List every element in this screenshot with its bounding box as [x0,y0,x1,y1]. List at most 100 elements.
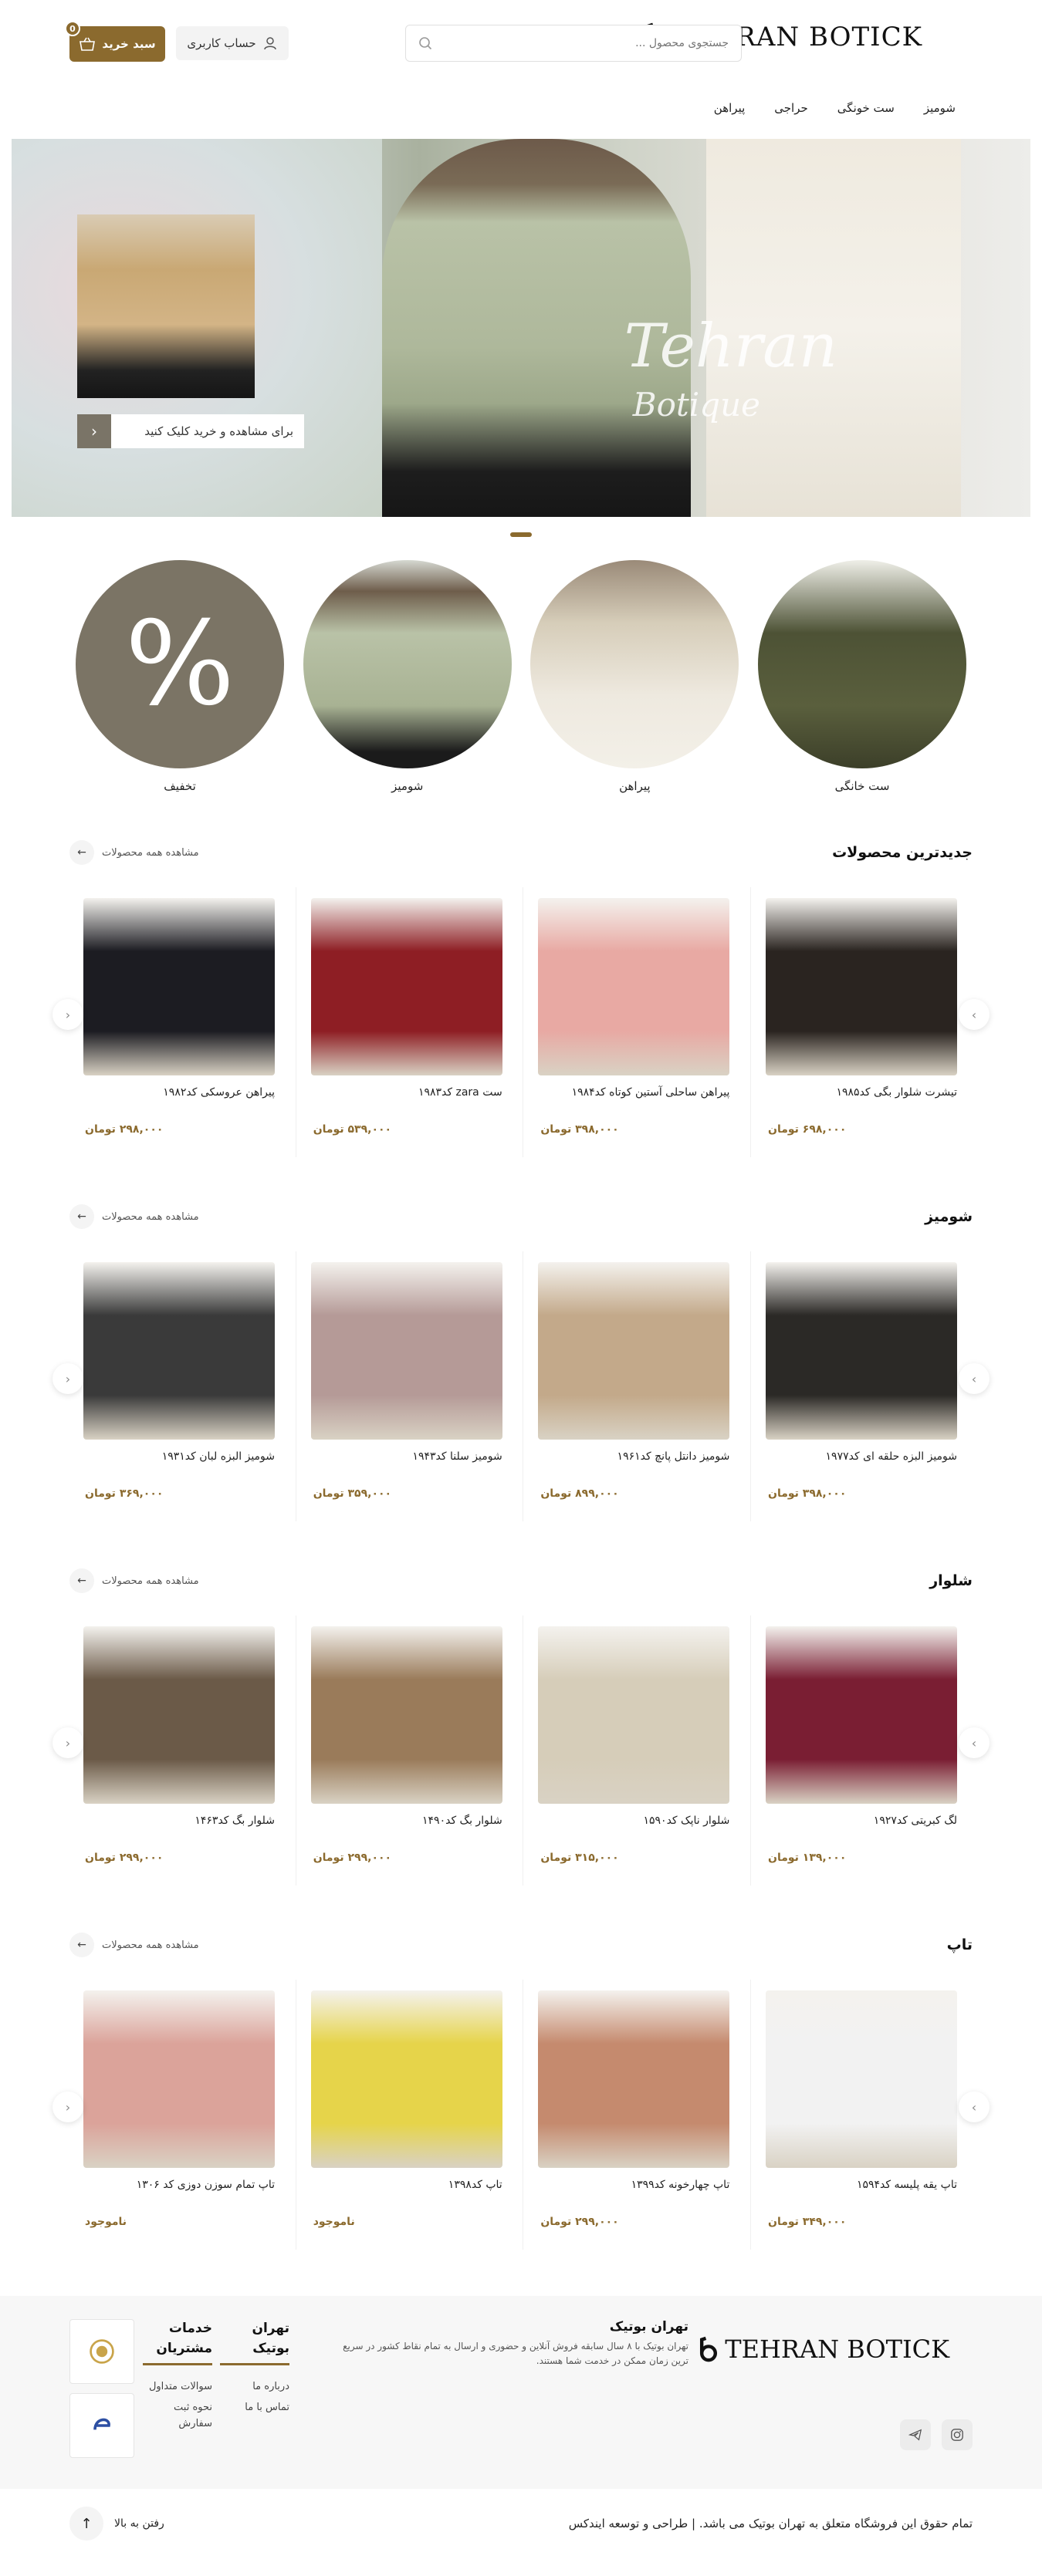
product-image[interactable] [766,1626,957,1804]
category-shomiz[interactable]: شومیز [303,560,512,793]
trust-badge-enamad[interactable] [69,2393,134,2458]
view-all-link[interactable]: مشاهده همه محصولات ← [69,840,199,865]
product-name[interactable]: شومیز سلنا کد۱۹۴۳ [313,1450,502,1466]
product-card[interactable]: شومیز دانتل پانچ کد۱۹۶۱ ۸۹۹,۰۰۰ تومان [523,1251,746,1521]
product-name[interactable]: پیراهن عروسکی کد۱۹۸۲ [85,1086,275,1102]
product-image[interactable] [310,898,502,1075]
product-name[interactable]: تاپ تمام سوزن دوزی کد ۱۳۰۶ [85,2179,275,2194]
category-home-set[interactable]: ست خانگی [758,560,966,793]
product-name[interactable]: لگ کبریتی کد۱۹۲۷ [768,1815,957,1830]
view-all-link[interactable]: مشاهده همه محصولات ← [69,1933,199,1957]
product-name[interactable]: شومیز البزه حلقه ای کد۱۹۷۷ [768,1450,957,1466]
nav-item-sale[interactable]: حراجی [774,101,808,115]
product-image[interactable] [83,1990,276,2168]
nav-item-home-set[interactable]: ست خونگی [837,101,895,115]
product-card[interactable]: ست zara کد۱۹۸۳ ۵۳۹,۰۰۰ تومان [295,887,519,1157]
chevron-left-icon: ‹ [65,2099,71,2115]
arrow-left-icon: ← [69,840,94,865]
cart-button[interactable]: سبد خرید 0 [65,21,165,62]
product-card[interactable]: تیشرت شلوار بگی کد۱۹۸۵ ۶۹۸,۰۰۰ تومان [750,887,974,1157]
product-card[interactable]: تاپ چهارخونه کد۱۳۹۹ ۲۹۹,۰۰۰ تومان [523,1980,746,2250]
view-all-link[interactable]: مشاهده همه محصولات ← [69,1204,199,1229]
footer-logo[interactable]: TEHRAN BOTICK [697,2335,949,2364]
product-name[interactable]: تاپ کد۱۳۹۸ [313,2179,502,2194]
search-box[interactable] [405,25,742,62]
footer-link-faq[interactable]: سوالات متداول [143,2379,212,2395]
footer-link-about[interactable]: درباره ما [220,2379,289,2395]
instagram-icon[interactable] [942,2419,973,2450]
section-header: شومیز مشاهده همه محصولات ← [0,1204,1042,1229]
slider-next-button[interactable]: › [959,1727,990,1758]
product-image[interactable] [538,898,730,1075]
product-card[interactable]: شومیز البزه حلقه ای کد۱۹۷۷ ۳۹۸,۰۰۰ تومان [750,1251,974,1521]
slider-prev-button[interactable]: ‹ [52,999,83,1030]
cart-count-badge: 0 [65,21,80,36]
product-card[interactable]: شلوار بگ کد۱۴۹۰ ۲۹۹,۰۰۰ تومان [295,1615,519,1886]
product-card[interactable]: شلوار بگ کد۱۴۶۳ ۲۹۹,۰۰۰ تومان [68,1615,292,1886]
product-name[interactable]: پیراهن ساحلی آستین کوتاه کد۱۹۸۴ [540,1086,730,1102]
product-image[interactable] [83,1626,276,1804]
carousel-dot-active[interactable] [510,532,532,537]
account-label: حساب کاربری [187,36,256,50]
product-card[interactable]: شومیز البزه لبان کد۱۹۳۱ ۳۶۹,۰۰۰ تومان [68,1251,292,1521]
product-image[interactable] [538,1626,730,1804]
search-input[interactable] [497,37,729,49]
footer-link-contact[interactable]: تماس با ما [220,2400,289,2416]
view-all-label: مشاهده همه محصولات [102,1575,199,1587]
product-image[interactable] [538,1990,730,2168]
product-name[interactable]: تیشرت شلوار بگی کد۱۹۸۵ [768,1086,957,1102]
product-image[interactable] [310,1990,502,2168]
footer-about-text: تهران بوتیک با ۸ سال سابقه فروش آنلاین و… [343,2341,688,2367]
back-to-top-button[interactable]: رفتن به بالا ↑ [69,2507,164,2541]
nav-item-dress[interactable]: پیراهن [714,101,745,115]
product-card[interactable]: تاپ یقه پلیسه کد۱۵۹۴ ۳۴۹,۰۰۰ تومان [750,1980,974,2250]
telegram-icon[interactable] [900,2419,931,2450]
footer-social [900,2419,973,2450]
product-image[interactable] [538,1262,730,1440]
nav-item-shomiz[interactable]: شومیز [924,101,956,115]
product-name[interactable]: شلوار ناپک کد۱۵۹۰ [540,1815,730,1830]
product-image[interactable] [766,1262,957,1440]
product-name[interactable]: تاپ یقه پلیسه کد۱۵۹۴ [768,2179,957,2194]
trust-badge-samandehi[interactable] [69,2319,134,2384]
product-card[interactable]: لگ کبریتی کد۱۹۲۷ ۱۳۹,۰۰۰ تومان [750,1615,974,1886]
product-card[interactable]: شومیز سلنا کد۱۹۴۳ ۳۵۹,۰۰۰ تومان [295,1251,519,1521]
slider-next-button[interactable]: › [959,2092,990,2122]
section-header: شلوار مشاهده همه محصولات ← [0,1568,1042,1593]
product-card[interactable]: تاپ کد۱۳۹۸ ناموجود [295,1980,519,2250]
product-card[interactable]: تاپ تمام سوزن دوزی کد ۱۳۰۶ ناموجود [68,1980,292,2250]
product-image[interactable] [310,1626,502,1804]
product-name[interactable]: شلوار بگ کد۱۴۹۰ [313,1815,502,1830]
slider-prev-button[interactable]: ‹ [52,1363,83,1394]
search-icon[interactable] [418,36,432,50]
product-name[interactable]: شومیز البزه لبان کد۱۹۳۱ [85,1450,275,1466]
product-image[interactable] [83,898,276,1075]
view-all-link[interactable]: مشاهده همه محصولات ← [69,1568,199,1593]
product-image[interactable] [766,1990,957,2168]
slider-next-button[interactable]: › [959,999,990,1030]
footer-link-order-guide[interactable]: نحوه ثبت سفارش [143,2400,212,2433]
slider-next-button[interactable]: › [959,1363,990,1394]
category-dress[interactable]: پیراهن [530,560,739,793]
product-name[interactable]: شومیز دانتل پانچ کد۱۹۶۱ [540,1450,730,1466]
product-price: ۳۶۹,۰۰۰ تومان [85,1487,164,1500]
arrow-left-icon: ← [69,1933,94,1957]
hero-banner[interactable]: Tehran Botique برای مشاهده و خرید کلیک ک… [12,139,1030,517]
slider-prev-button[interactable]: ‹ [52,1727,83,1758]
product-image[interactable] [310,1262,502,1440]
product-image[interactable] [83,1262,276,1440]
product-image[interactable] [766,898,957,1075]
category-label: پیراهن [619,779,651,793]
category-discount[interactable]: % تخفیف [76,560,285,793]
product-name[interactable]: ست zara کد۱۹۸۳ [313,1086,502,1102]
hero-cta-button[interactable]: برای مشاهده و خرید کلیک کنید ‹ [77,414,304,448]
product-card[interactable]: پیراهن عروسکی کد۱۹۸۲ ۲۹۸,۰۰۰ تومان [68,887,292,1157]
account-button[interactable]: حساب کاربری [176,26,289,60]
product-card[interactable]: شلوار ناپک کد۱۵۹۰ ۳۱۵,۰۰۰ تومان [523,1615,746,1886]
product-name[interactable]: شلوار بگ کد۱۴۶۳ [85,1815,275,1830]
hero-cta-label: برای مشاهده و خرید کلیک کنید [111,414,304,448]
product-price: ناموجود [85,2216,127,2228]
slider-prev-button[interactable]: ‹ [52,2092,83,2122]
product-name[interactable]: تاپ چهارخونه کد۱۳۹۹ [540,2179,730,2194]
product-card[interactable]: پیراهن ساحلی آستین کوتاه کد۱۹۸۴ ۳۹۸,۰۰۰ ت… [523,887,746,1157]
